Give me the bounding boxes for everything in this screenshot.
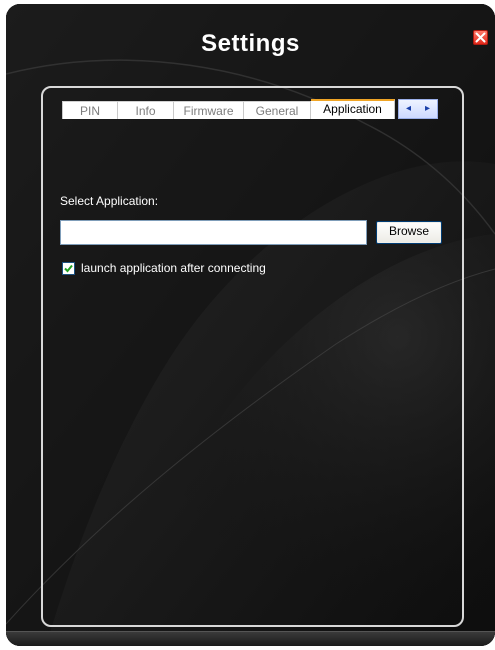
launch-checkbox[interactable] <box>62 261 75 275</box>
close-button[interactable] <box>473 30 488 45</box>
tab-general[interactable]: General <box>244 101 311 119</box>
tab-strip: PIN Info Firmware General Application ◂ … <box>62 99 438 119</box>
tab-info[interactable]: Info <box>118 101 174 119</box>
launch-after-connect-option[interactable]: launch application after connecting <box>62 261 266 275</box>
checkmark-icon <box>64 264 73 272</box>
application-path-input[interactable] <box>60 220 367 245</box>
launch-checkbox-label: launch application after connecting <box>81 261 266 275</box>
scroll-left-icon[interactable]: ◂ <box>406 104 411 114</box>
browse-button[interactable]: Browse <box>376 221 442 244</box>
tab-firmware[interactable]: Firmware <box>174 101 244 119</box>
bottom-bar <box>6 631 495 646</box>
window-title: Settings <box>201 30 300 57</box>
scroll-right-icon[interactable]: ▸ <box>425 104 430 114</box>
select-application-label: Select Application: <box>60 194 159 208</box>
tab-pin[interactable]: PIN <box>62 101 118 119</box>
settings-panel: PIN Info Firmware General Application ◂ … <box>41 86 464 627</box>
tab-scroll-buttons: ◂ ▸ <box>398 99 438 119</box>
close-icon <box>475 32 486 43</box>
settings-window: Settings PIN Info Firmware General Appli… <box>6 4 495 646</box>
tab-application[interactable]: Application <box>311 99 395 119</box>
